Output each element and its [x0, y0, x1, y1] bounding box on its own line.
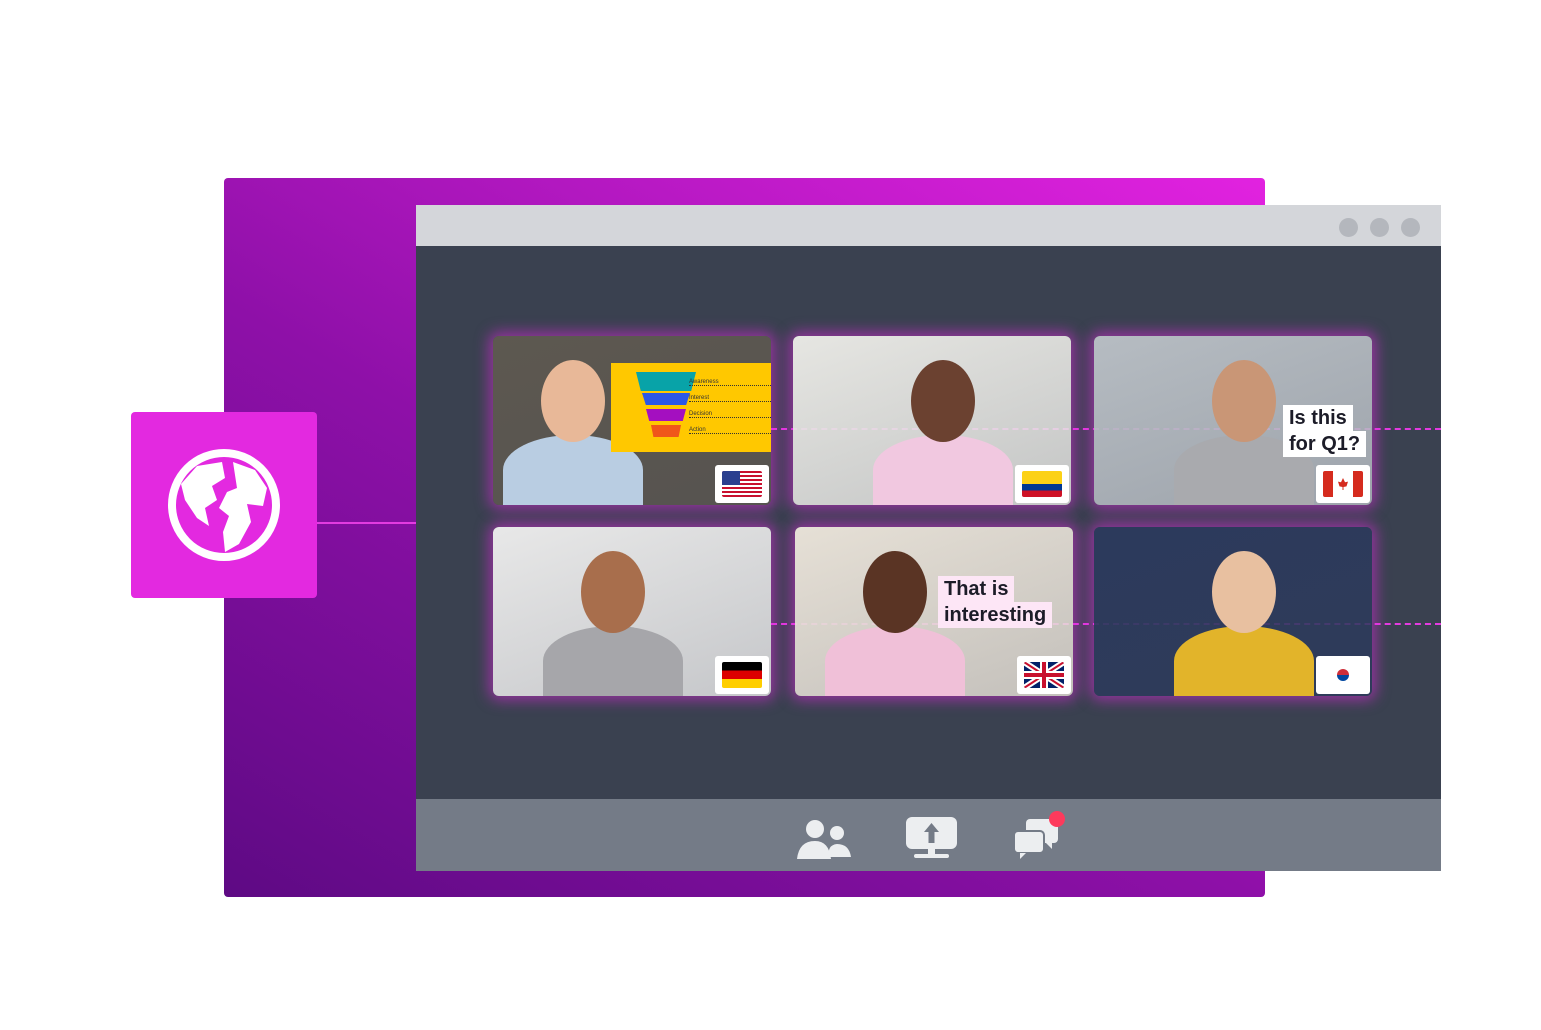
flag-badge	[1316, 656, 1370, 694]
funnel-label: Decision	[689, 411, 771, 418]
globe-badge	[131, 412, 317, 598]
funnel-label: Interest	[689, 395, 771, 402]
participant-video	[873, 345, 1013, 505]
caption-line: That is	[938, 576, 1015, 602]
funnel-label: Action	[689, 427, 771, 434]
window-control-dot[interactable]	[1401, 218, 1420, 237]
flag-badge	[1017, 656, 1071, 694]
participant-tile[interactable]: Awareness Interest Decision Action	[493, 336, 771, 505]
participant-tile[interactable]	[1094, 527, 1372, 696]
funnel-label: Awareness	[689, 379, 771, 386]
video-call-window: Awareness Interest Decision Action Is th…	[416, 205, 1441, 871]
window-control-dot[interactable]	[1339, 218, 1358, 237]
funnel-stage	[646, 409, 686, 421]
participants-icon[interactable]	[797, 819, 851, 861]
flag-badge	[1316, 465, 1370, 503]
funnel-stage	[651, 425, 681, 437]
call-toolbar	[416, 799, 1441, 871]
flag-badge	[715, 465, 769, 503]
chat-caption: That is interesting	[938, 576, 1053, 628]
participant-video	[543, 536, 683, 696]
chat-icon[interactable]	[1012, 809, 1066, 861]
caption-line: for Q1?	[1283, 431, 1367, 457]
participant-tile[interactable]	[493, 527, 771, 696]
globe-icon	[168, 449, 280, 561]
share-screen-icon[interactable]	[906, 817, 958, 859]
participant-video	[1174, 536, 1314, 696]
caption-line: Is this	[1283, 405, 1353, 431]
caption-line: interesting	[938, 602, 1053, 628]
participant-tile[interactable]	[793, 336, 1071, 505]
notification-badge	[1049, 811, 1065, 827]
flag-badge	[715, 656, 769, 694]
funnel-stage	[642, 393, 690, 405]
participant-tile[interactable]: That is interesting	[795, 527, 1073, 696]
chat-caption: Is this for Q1?	[1283, 405, 1367, 457]
sales-funnel-slide: Awareness Interest Decision Action	[611, 363, 771, 452]
window-control-dot[interactable]	[1370, 218, 1389, 237]
funnel-stage	[636, 372, 696, 391]
participant-tile[interactable]: Is this for Q1?	[1094, 336, 1372, 505]
title-bar	[416, 205, 1441, 246]
flag-badge	[1015, 465, 1069, 503]
